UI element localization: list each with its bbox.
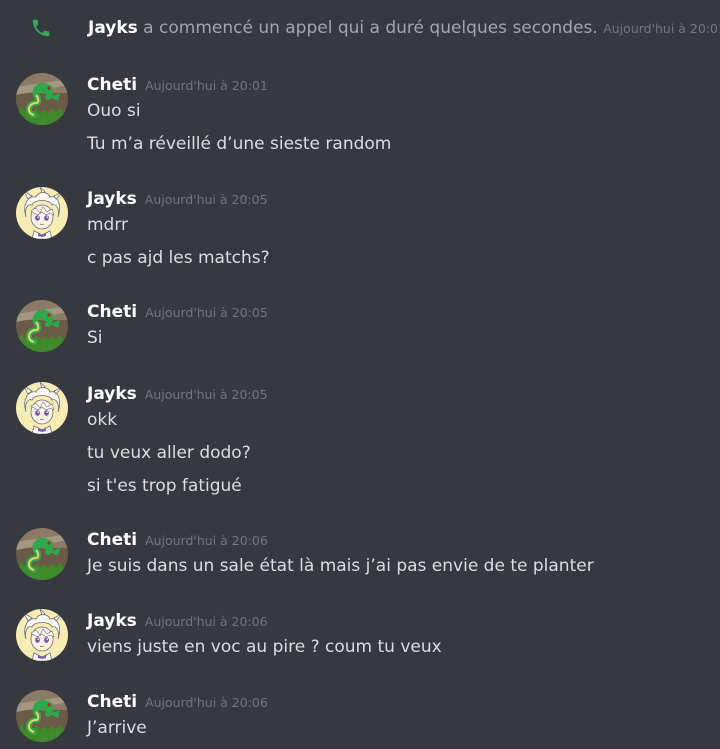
message-timestamp: Aujourd'hui à 20:05 (144, 387, 268, 402)
system-message-text: Jayks a commencé un appel qui a duré que… (88, 17, 720, 40)
message-header: Jayks Aujourd'hui à 20:06 (87, 610, 268, 632)
message-timestamp: Aujourd'hui à 20:06 (145, 533, 268, 548)
system-message-user[interactable]: Jayks (88, 18, 138, 38)
message-timestamp: Aujourd'hui à 20:01 (145, 78, 268, 93)
message-line: okk (87, 410, 118, 430)
avatar[interactable] (16, 609, 68, 661)
message-line: viens juste en voc au pire ? coum tu veu… (87, 637, 442, 657)
author-name[interactable]: Cheti (87, 302, 137, 322)
system-call-message: Jayks a commencé un appel qui a duré que… (0, 0, 720, 56)
message-header: Cheti Aujourd'hui à 20:06 (87, 529, 268, 551)
chat-log: Jayks a commencé un appel qui a duré que… (0, 0, 720, 749)
message-line: Si (87, 328, 103, 348)
author-name[interactable]: Cheti (87, 530, 137, 550)
message-line: tu veux aller dodo? (87, 443, 251, 463)
message-line: Tu m’a réveillé d’une sieste random (87, 134, 392, 154)
message-header: Cheti Aujourd'hui à 20:06 (87, 691, 268, 713)
message-line: Je suis dans un sale état là mais j’ai p… (87, 556, 594, 576)
phone-icon (30, 17, 52, 39)
avatar[interactable] (16, 300, 68, 352)
author-name[interactable]: Cheti (87, 75, 137, 95)
author-name[interactable]: Jayks (87, 611, 137, 631)
system-message-body: a commencé un appel qui a duré quelques … (137, 18, 598, 38)
author-name[interactable]: Jayks (87, 384, 137, 404)
avatar[interactable] (16, 528, 68, 580)
message-timestamp: Aujourd'hui à 20:05 (145, 305, 268, 320)
message-line: si t'es trop fatigué (87, 476, 242, 496)
author-name[interactable]: Cheti (87, 692, 137, 712)
message-timestamp: Aujourd'hui à 20:05 (144, 192, 268, 207)
author-name[interactable]: Jayks (87, 189, 137, 209)
avatar[interactable] (16, 187, 68, 239)
system-message-timestamp: Aujourd'hui à 20:01 (603, 21, 720, 36)
avatar[interactable] (16, 690, 68, 742)
message-line: mdrr (87, 215, 129, 235)
message-header: Cheti Aujourd'hui à 20:01 (87, 74, 268, 96)
message-line: Ouo si (87, 101, 141, 121)
message-line: c pas ajd les matchs? (87, 248, 270, 268)
message-header: Jayks Aujourd'hui à 20:05 (87, 188, 268, 210)
message-line: J’arrive (87, 718, 147, 738)
avatar[interactable] (16, 73, 68, 125)
message-header: Jayks Aujourd'hui à 20:05 (87, 383, 268, 405)
message-header: Cheti Aujourd'hui à 20:05 (87, 301, 268, 323)
message-timestamp: Aujourd'hui à 20:06 (144, 614, 268, 629)
avatar[interactable] (16, 382, 68, 434)
message-timestamp: Aujourd'hui à 20:06 (145, 695, 268, 710)
